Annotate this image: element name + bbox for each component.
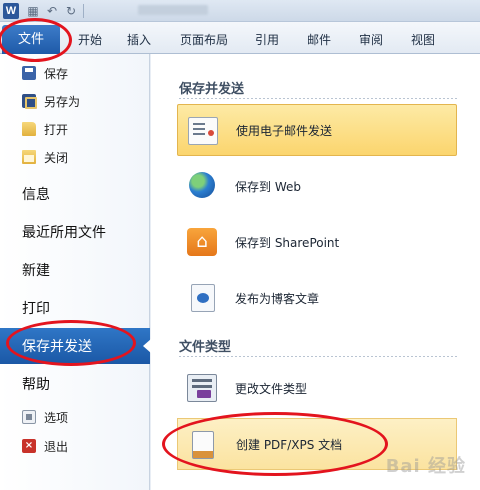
save-as-icon xyxy=(22,94,37,109)
open-folder-icon xyxy=(22,122,36,136)
nav-item-print[interactable]: 打印 xyxy=(0,290,150,326)
option-save-web[interactable]: 保存到 Web xyxy=(177,160,457,212)
close-folder-icon xyxy=(22,150,36,164)
redo-icon[interactable]: ↻ xyxy=(64,4,78,18)
nav-item-help[interactable]: 帮助 xyxy=(0,366,150,402)
nav-item-recent[interactable]: 最近所用文件 xyxy=(0,214,150,250)
nav-item-open[interactable]: 打开 xyxy=(0,116,150,142)
nav-item-label: 关闭 xyxy=(44,150,69,165)
options-icon xyxy=(22,410,36,424)
tab-references[interactable]: 引用 xyxy=(255,31,279,48)
nav-item-label: 保存 xyxy=(44,66,69,81)
save-icon[interactable]: ▦ xyxy=(26,4,40,18)
section-divider xyxy=(179,356,457,357)
nav-item-label: 打开 xyxy=(44,122,69,137)
nav-item-new[interactable]: 新建 xyxy=(0,252,150,288)
nav-item-close[interactable]: 关闭 xyxy=(0,144,150,170)
tab-review[interactable]: 审阅 xyxy=(359,31,383,48)
nav-item-exit[interactable]: × 退出 xyxy=(0,433,150,459)
option-label: 保存到 Web xyxy=(235,179,301,194)
word-app-icon[interactable]: W xyxy=(3,3,19,19)
option-publish-blog[interactable]: 发布为博客文章 xyxy=(177,272,457,324)
tab-home[interactable]: 开始 xyxy=(78,31,102,48)
title-bar: W ▦ ↶ ↻ xyxy=(0,0,480,22)
nav-item-label: 另存为 xyxy=(44,94,81,109)
email-icon xyxy=(188,117,218,145)
option-label: 发布为博客文章 xyxy=(235,291,320,306)
tab-file[interactable]: 文件 xyxy=(2,25,60,54)
globe-icon xyxy=(189,172,215,198)
tab-insert[interactable]: 插入 xyxy=(127,31,151,48)
pdf-xps-icon xyxy=(192,431,214,459)
nav-item-label: 退出 xyxy=(44,439,69,454)
tab-page-layout[interactable]: 页面布局 xyxy=(180,31,228,48)
section-title-save-send: 保存并发送 xyxy=(179,82,245,97)
option-label: 更改文件类型 xyxy=(235,381,308,396)
save-icon xyxy=(22,66,36,80)
exit-icon: × xyxy=(22,439,36,453)
nav-item-info[interactable]: 信息 xyxy=(0,176,150,212)
ribbon-tab-bar: 文件 开始 插入 页面布局 引用 邮件 审阅 视图 xyxy=(0,22,480,54)
option-change-file-type[interactable]: 更改文件类型 xyxy=(177,362,457,414)
document-title-blurred xyxy=(138,5,208,15)
nav-item-options[interactable]: 选项 xyxy=(0,404,150,430)
tab-mailings[interactable]: 邮件 xyxy=(307,31,331,48)
option-label: 创建 PDF/XPS 文档 xyxy=(236,437,343,452)
tab-view[interactable]: 视图 xyxy=(411,31,435,48)
blog-icon xyxy=(191,284,215,312)
option-send-email[interactable]: 使用电子邮件发送 xyxy=(177,104,457,156)
toolbar-separator xyxy=(83,4,84,18)
change-file-type-icon xyxy=(187,374,217,402)
nav-item-save-as[interactable]: 另存为 xyxy=(0,88,150,114)
nav-item-save-and-send[interactable]: 保存并发送 xyxy=(0,328,151,364)
nav-item-save[interactable]: 保存 xyxy=(0,60,150,86)
option-label: 保存到 SharePoint xyxy=(235,235,340,250)
quick-access-toolbar: ▦ ↶ ↻ xyxy=(26,3,84,19)
watermark: Bai 经验 xyxy=(385,456,466,477)
undo-icon[interactable]: ↶ xyxy=(45,4,59,18)
backstage-nav: 保存 另存为 打开 关闭 信息 最近所用文件 新建 打印 保存并发送 帮助 选项… xyxy=(0,54,151,490)
sharepoint-icon xyxy=(187,228,217,256)
nav-item-label: 选项 xyxy=(44,410,69,425)
section-title-file-types: 文件类型 xyxy=(179,340,232,355)
option-save-sharepoint[interactable]: 保存到 SharePoint xyxy=(177,216,457,268)
option-label: 使用电子邮件发送 xyxy=(236,123,333,138)
section-divider xyxy=(179,98,457,99)
save-send-panel: 保存并发送 使用电子邮件发送 保存到 Web 保存到 SharePoint 发布… xyxy=(151,54,480,490)
